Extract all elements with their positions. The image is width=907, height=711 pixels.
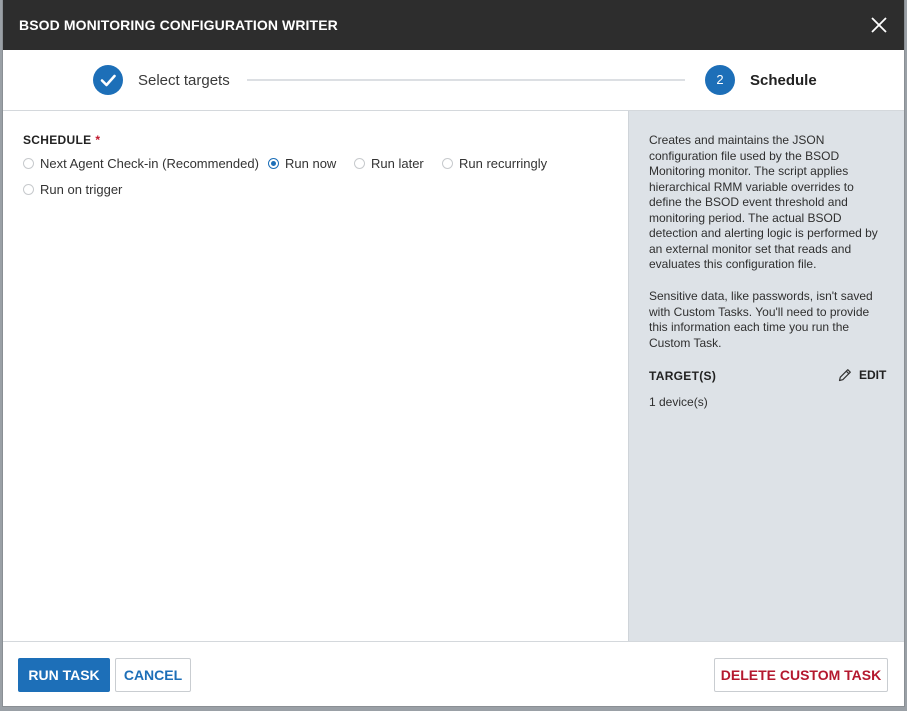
edit-targets-button[interactable]: EDIT xyxy=(837,367,886,383)
radio-label: Run now xyxy=(285,155,337,171)
radio-label: Run later xyxy=(371,155,424,171)
delete-custom-task-button[interactable]: DELETE CUSTOM TASK xyxy=(714,658,888,692)
schedule-label: SCHEDULE * xyxy=(23,133,100,147)
radio-run-recurringly[interactable]: Run recurringly xyxy=(442,155,547,171)
radio-next-agent-check-in[interactable]: Next Agent Check-in (Recommended) xyxy=(23,155,259,171)
radio-button[interactable] xyxy=(23,183,34,195)
radio-button[interactable] xyxy=(23,157,34,169)
task-description: Creates and maintains the JSON configura… xyxy=(649,133,878,271)
step-select-targets[interactable]: Select targets xyxy=(138,72,230,89)
radio-button[interactable] xyxy=(354,157,365,169)
dialog-titlebar: BSOD MONITORING CONFIGURATION WRITER xyxy=(3,0,904,50)
dialog-title: BSOD MONITORING CONFIGURATION WRITER xyxy=(19,17,338,33)
radio-run-later[interactable]: Run later xyxy=(354,155,424,171)
checkmark-icon xyxy=(100,74,116,87)
schedule-label-text: SCHEDULE xyxy=(23,133,92,147)
radio-label: Run recurringly xyxy=(459,155,548,171)
step-schedule: Schedule xyxy=(750,72,817,89)
edit-label: EDIT xyxy=(859,368,887,382)
radio-button-selected[interactable] xyxy=(268,157,279,169)
stepper-connector xyxy=(247,79,685,81)
radio-button[interactable] xyxy=(442,157,453,169)
pencil-icon xyxy=(838,369,851,382)
radio-label: Run on trigger xyxy=(40,181,123,197)
radio-run-on-trigger[interactable]: Run on trigger xyxy=(23,181,122,197)
step-1-completed-indicator[interactable] xyxy=(93,65,123,95)
radio-label: Next Agent Check-in (Recommended) xyxy=(40,155,259,171)
sensitive-data-note: Sensitive data, like passwords, isn't sa… xyxy=(649,289,873,350)
close-button[interactable] xyxy=(868,14,890,36)
run-task-button[interactable]: RUN TASK xyxy=(18,658,110,692)
targets-label: TARGET(S) xyxy=(649,369,717,383)
wizard-stepper: Select targets 2 Schedule xyxy=(3,50,904,111)
schedule-panel: SCHEDULE * Next Agent Check-in (Recommend… xyxy=(3,111,628,641)
step-2-indicator: 2 xyxy=(705,65,735,95)
custom-task-dialog: BSOD MONITORING CONFIGURATION WRITER Sel… xyxy=(3,0,904,706)
task-info-sidebar: Creates and maintains the JSON configura… xyxy=(628,111,904,641)
targets-count: 1 device(s) xyxy=(649,395,708,409)
close-icon xyxy=(871,17,887,33)
dialog-footer: RUN TASK CANCEL DELETE CUSTOM TASK xyxy=(3,641,904,706)
required-marker: * xyxy=(95,133,101,147)
cancel-button[interactable]: CANCEL xyxy=(115,658,191,692)
radio-run-now[interactable]: Run now xyxy=(268,155,336,171)
